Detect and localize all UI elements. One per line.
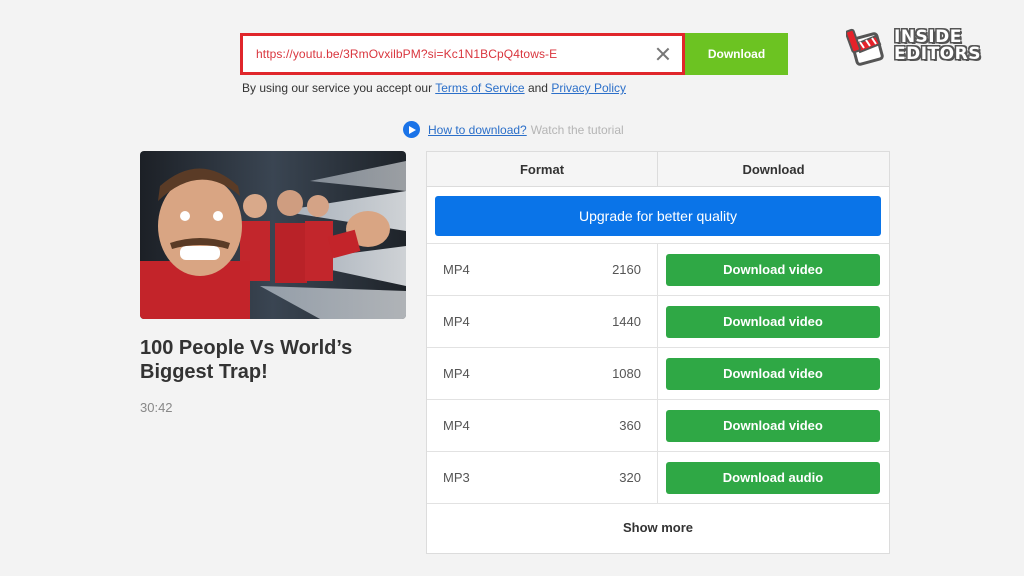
download-cell: Download audio bbox=[658, 452, 889, 503]
format-type: MP4 bbox=[443, 262, 470, 277]
download-cell: Download video bbox=[658, 296, 889, 347]
watch-tutorial-note: Watch the tutorial bbox=[530, 122, 624, 137]
table-row: MP3 320 Download audio bbox=[427, 452, 889, 504]
terms-of-service-link[interactable]: Terms of Service bbox=[435, 81, 524, 95]
format-cell: MP4 360 bbox=[427, 400, 658, 451]
table-row: MP4 2160 Download video bbox=[427, 244, 889, 296]
table-header: Format Download bbox=[427, 152, 889, 187]
upgrade-row: Upgrade for better quality bbox=[427, 187, 889, 244]
format-quality: 360 bbox=[619, 418, 641, 433]
logo-line2: EDITORS bbox=[894, 44, 981, 64]
upgrade-quality-button[interactable]: Upgrade for better quality bbox=[435, 196, 881, 236]
format-type: MP3 bbox=[443, 470, 470, 485]
download-video-button[interactable]: Download video bbox=[666, 253, 880, 286]
format-cell: MP4 2160 bbox=[427, 244, 658, 295]
url-input-value[interactable]: https://youtu.be/3RmOvxilbPM?si=Kc1N1BCp… bbox=[256, 47, 656, 61]
video-duration: 30:42 bbox=[140, 400, 173, 415]
inside-editors-logo: INSIDE EDITORS bbox=[846, 26, 981, 66]
download-table: Format Download Upgrade for better quali… bbox=[426, 151, 890, 554]
column-header-download: Download bbox=[742, 161, 805, 177]
format-type: MP4 bbox=[443, 366, 470, 381]
download-button[interactable]: Download bbox=[685, 33, 788, 75]
terms-notice: By using our service you accept our Term… bbox=[242, 81, 626, 95]
how-to-download: How to download? Watch the tutorial bbox=[403, 121, 624, 138]
table-row: MP4 1080 Download video bbox=[427, 348, 889, 400]
download-video-button[interactable]: Download video bbox=[666, 305, 880, 338]
close-icon[interactable] bbox=[656, 47, 670, 61]
terms-and: and bbox=[527, 81, 548, 95]
how-to-download-link[interactable]: How to download? bbox=[428, 123, 527, 137]
download-video-button[interactable]: Download video bbox=[666, 357, 880, 390]
download-audio-button[interactable]: Download audio bbox=[666, 461, 880, 494]
format-cell: MP4 1080 bbox=[427, 348, 658, 399]
format-cell: MP4 1440 bbox=[427, 296, 658, 347]
table-row: MP4 1440 Download video bbox=[427, 296, 889, 348]
video-thumbnail bbox=[140, 151, 406, 319]
format-type: MP4 bbox=[443, 418, 470, 433]
download-cell: Download video bbox=[658, 400, 889, 451]
download-video-button[interactable]: Download video bbox=[666, 409, 880, 442]
play-icon[interactable] bbox=[403, 121, 420, 138]
clapperboard-logo-icon bbox=[846, 28, 884, 66]
format-quality: 320 bbox=[619, 470, 641, 485]
download-cell: Download video bbox=[658, 348, 889, 399]
show-more-button[interactable]: Show more bbox=[427, 504, 889, 550]
url-search-bar: https://youtu.be/3RmOvxilbPM?si=Kc1N1BCp… bbox=[240, 33, 788, 75]
format-type: MP4 bbox=[443, 314, 470, 329]
format-quality: 1080 bbox=[612, 366, 641, 381]
video-title: 100 People Vs World’s Biggest Trap! bbox=[140, 337, 353, 383]
format-quality: 2160 bbox=[612, 262, 641, 277]
privacy-policy-link[interactable]: Privacy Policy bbox=[551, 81, 626, 95]
column-header-format: Format bbox=[427, 152, 658, 186]
download-cell: Download video bbox=[658, 244, 889, 295]
format-cell: MP3 320 bbox=[427, 452, 658, 503]
url-input[interactable]: https://youtu.be/3RmOvxilbPM?si=Kc1N1BCp… bbox=[240, 33, 685, 75]
table-row: MP4 360 Download video bbox=[427, 400, 889, 452]
terms-prefix: By using our service you accept our bbox=[242, 81, 433, 95]
format-quality: 1440 bbox=[612, 314, 641, 329]
